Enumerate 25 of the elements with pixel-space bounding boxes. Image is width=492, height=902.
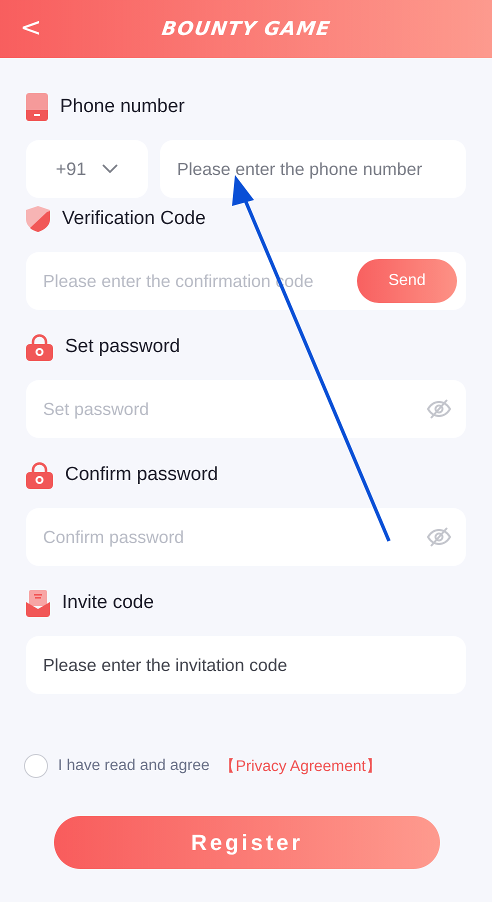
phone-icon bbox=[26, 93, 48, 121]
app-logo: BOUNTY GAME bbox=[160, 18, 332, 40]
password-input-field[interactable]: Set password bbox=[26, 380, 466, 438]
country-code-dropdown[interactable]: +91 bbox=[26, 140, 148, 198]
field-label: Set password bbox=[65, 336, 180, 358]
hidden-eye-icon[interactable] bbox=[426, 526, 452, 548]
agree-checkbox[interactable] bbox=[24, 754, 48, 778]
lock-icon bbox=[26, 462, 53, 488]
field-label: Verification Code bbox=[62, 208, 206, 230]
password-input-field[interactable]: Confirm password bbox=[26, 508, 466, 566]
phone-input-field[interactable]: Please enter the phone number bbox=[160, 140, 466, 198]
back-button[interactable]: < bbox=[14, 12, 48, 44]
register-button[interactable]: Register bbox=[54, 816, 440, 869]
envelope-icon bbox=[26, 590, 50, 616]
invite-code-input-field[interactable]: Please enter the invitation code bbox=[26, 636, 466, 694]
shield-icon bbox=[26, 206, 50, 232]
field-label: Phone number bbox=[60, 96, 185, 118]
agreement-text: I have read and agree bbox=[58, 757, 210, 775]
privacy-agreement-link[interactable]: 【Privacy Agreement】 bbox=[220, 756, 382, 776]
hidden-eye-icon[interactable] bbox=[426, 398, 452, 420]
field-label: Confirm password bbox=[65, 464, 218, 486]
chevron-down-icon bbox=[102, 164, 118, 174]
field-label: Invite code bbox=[62, 592, 154, 614]
send-button[interactable]: Send bbox=[357, 259, 457, 303]
lock-icon bbox=[26, 334, 53, 360]
